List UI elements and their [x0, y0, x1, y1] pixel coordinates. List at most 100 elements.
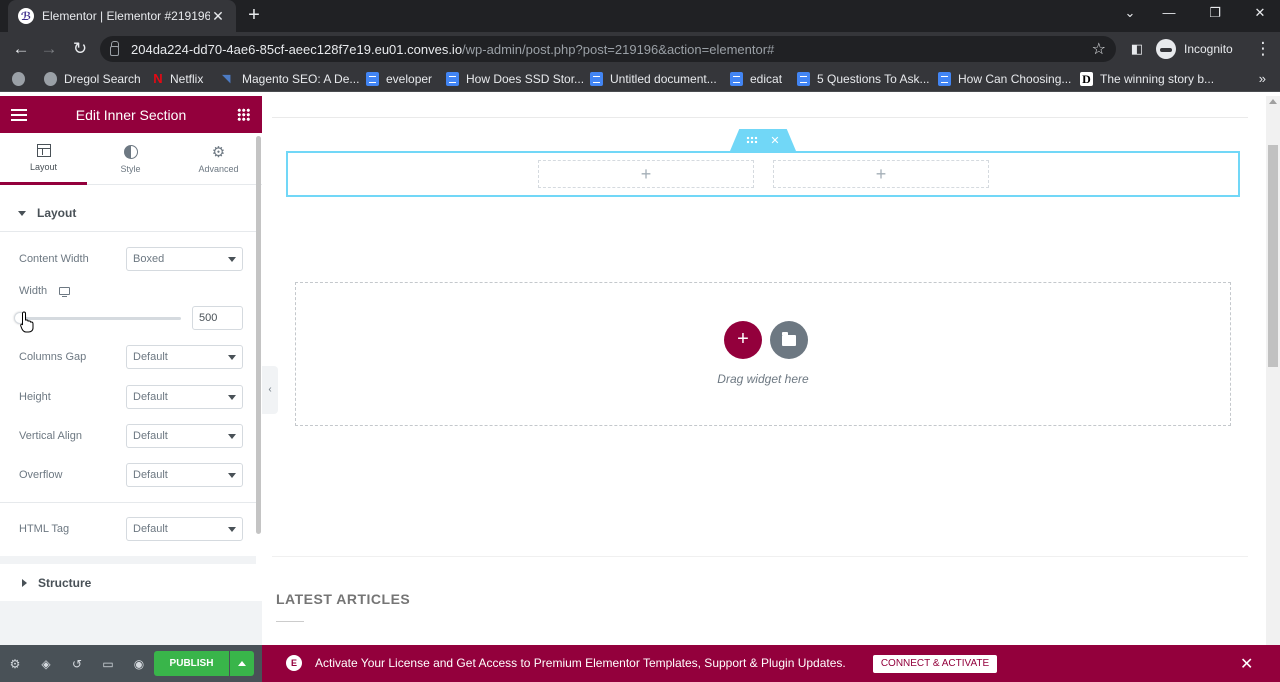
inner-column[interactable]: + [773, 160, 989, 188]
bookmark-item[interactable]: How Can Choosing... [938, 70, 1071, 88]
inner-section-handle[interactable]: ✕ [730, 129, 796, 151]
sidebar-panel-icon[interactable]: ◧ [1126, 38, 1148, 60]
browser-tab-strip: ℬ Elementor | Elementor #219196 ✕ + ⌄ — … [0, 0, 1280, 32]
section-toggle-layout[interactable]: Layout [0, 195, 262, 231]
license-notice-bar: E Activate Your License and Get Access t… [262, 645, 1280, 682]
folder-icon [782, 332, 796, 346]
tab-style[interactable]: Style [87, 133, 174, 185]
bookmark-star-icon[interactable]: ☆ [1092, 39, 1106, 59]
panel-tabs: Layout Style ⚙ Advanced [0, 133, 262, 185]
canvas-scrollbar-thumb[interactable] [1268, 145, 1278, 367]
divider [0, 231, 256, 232]
bookmark-item[interactable]: 5 Questions To Ask... [797, 70, 930, 88]
elementor-logo-icon: E [286, 655, 302, 671]
overflow-label: Overflow [19, 469, 63, 481]
tab-advanced[interactable]: ⚙ Advanced [175, 133, 262, 185]
section-close-icon[interactable]: ✕ [770, 134, 779, 147]
notice-text: Activate Your License and Get Access to … [315, 656, 846, 670]
window-close-icon[interactable]: ✕ [1248, 4, 1272, 24]
hamburger-menu-icon[interactable] [11, 109, 27, 121]
doc-icon [446, 72, 459, 86]
height-select[interactable]: Default [126, 385, 243, 409]
bookmark-item[interactable]: eveloper [366, 70, 432, 88]
content-width-label: Content Width [19, 253, 89, 265]
overflow-select[interactable]: Default [126, 463, 243, 487]
vertical-align-select[interactable]: Default [126, 424, 243, 448]
elementor-favicon-icon: ℬ [18, 8, 34, 24]
inner-section[interactable] [286, 151, 1240, 197]
panel-title: Edit Inner Section [75, 106, 187, 123]
chevron-down-icon [228, 434, 236, 439]
notice-close-icon[interactable]: ✕ [1240, 654, 1253, 674]
tab-close-icon[interactable]: ✕ [210, 8, 226, 25]
doc-icon [366, 72, 379, 86]
bookmark-item[interactable]: Untitled document... [590, 70, 717, 88]
preview-eye-icon[interactable]: ◉ [131, 656, 147, 672]
settings-gear-icon[interactable]: ⚙ [7, 656, 23, 672]
inner-column[interactable]: + [538, 160, 754, 188]
chevron-down-icon [228, 527, 236, 532]
bookmark-item[interactable]: N Netflix [153, 70, 203, 88]
browser-menu-icon[interactable]: ⋮ [1252, 38, 1274, 60]
history-icon[interactable]: ↺ [69, 656, 85, 672]
hand-cursor-icon [20, 311, 34, 333]
widget-drop-zone[interactable] [295, 282, 1231, 426]
layout-icon [36, 143, 51, 157]
content-width-select[interactable]: Boxed [126, 247, 243, 271]
incognito-profile-button[interactable]: Incognito [1156, 37, 1233, 61]
panel-scrollbar[interactable] [256, 136, 261, 534]
publish-button[interactable]: PUBLISH [154, 651, 229, 676]
navigator-layers-icon[interactable]: ◈ [38, 656, 54, 672]
d-logo-icon: D [1080, 72, 1093, 86]
width-number-input[interactable]: 500 [192, 306, 243, 330]
incognito-label: Incognito [1184, 42, 1233, 56]
back-arrow-icon[interactable]: ← [10, 38, 32, 60]
width-label: Width [19, 285, 48, 297]
desktop-device-icon[interactable] [59, 287, 70, 297]
drag-widget-hint: Drag widget here [717, 372, 809, 386]
new-tab-button[interactable]: + [244, 4, 264, 28]
bookmark-item[interactable]: edicat [730, 70, 782, 88]
widgets-grid-icon[interactable] [237, 108, 250, 121]
forward-arrow-icon[interactable]: → [38, 38, 60, 60]
bookmark-item[interactable]: How Does SSD Stor... [446, 70, 584, 88]
tab-layout[interactable]: Layout [0, 133, 87, 185]
browser-toolbar: ← → ↻ 204da224-dd70-4ae6-85cf-aeec128f7e… [0, 32, 1280, 66]
browser-tab[interactable]: ℬ Elementor | Elementor #219196 ✕ [8, 0, 236, 32]
add-section-button[interactable]: + [724, 321, 762, 359]
globe-icon [44, 72, 57, 86]
bookmarks-overflow-icon[interactable]: » [1259, 71, 1266, 86]
scroll-up-arrow-icon[interactable] [1269, 99, 1277, 104]
bookmark-item[interactable]: Dregol Search [44, 70, 141, 88]
section-toggle-structure[interactable]: Structure [0, 565, 262, 601]
add-widget-plus-icon[interactable]: + [876, 164, 887, 185]
divider [0, 502, 256, 503]
panel-collapse-handle[interactable]: ‹ [262, 366, 278, 414]
drag-dots-icon[interactable] [746, 136, 759, 144]
tab-title: Elementor | Elementor #219196 [42, 9, 210, 23]
canvas-top-divider [272, 117, 1248, 118]
minimize-icon[interactable]: — [1157, 4, 1181, 24]
url-host: 204da224-dd70-4ae6-85cf-aeec128f7e19.eu0… [131, 41, 463, 57]
bookmarks-bar: Dregol Search N Netflix ◥ Magento SEO: A D… [0, 66, 1280, 92]
address-bar[interactable]: 204da224-dd70-4ae6-85cf-aeec128f7e19.eu0… [100, 36, 1116, 62]
reload-icon[interactable]: ↻ [69, 38, 91, 60]
netflix-icon: N [153, 71, 163, 86]
gear-icon: ⚙ [211, 143, 226, 161]
tab-search-chevron-icon[interactable]: ⌄ [1118, 4, 1142, 24]
chevron-down-icon [228, 355, 236, 360]
columns-gap-select[interactable]: Default [126, 345, 243, 369]
html-tag-select[interactable]: Default [126, 517, 243, 541]
connect-activate-button[interactable]: CONNECT & ACTIVATE [873, 655, 997, 673]
apps-icon[interactable] [12, 70, 32, 88]
responsive-mode-icon[interactable]: ▭ [100, 656, 116, 672]
restore-icon[interactable]: ❐ [1203, 4, 1227, 24]
chevron-down-icon [228, 473, 236, 478]
width-slider[interactable] [19, 317, 181, 320]
bookmark-item[interactable]: ◥ Magento SEO: A De... [222, 70, 359, 88]
add-widget-plus-icon[interactable]: + [641, 164, 652, 185]
publish-options-button[interactable] [230, 651, 254, 676]
caret-down-icon [18, 210, 26, 216]
doc-icon [590, 72, 603, 86]
bookmark-item[interactable]: D The winning story b... [1080, 70, 1214, 88]
